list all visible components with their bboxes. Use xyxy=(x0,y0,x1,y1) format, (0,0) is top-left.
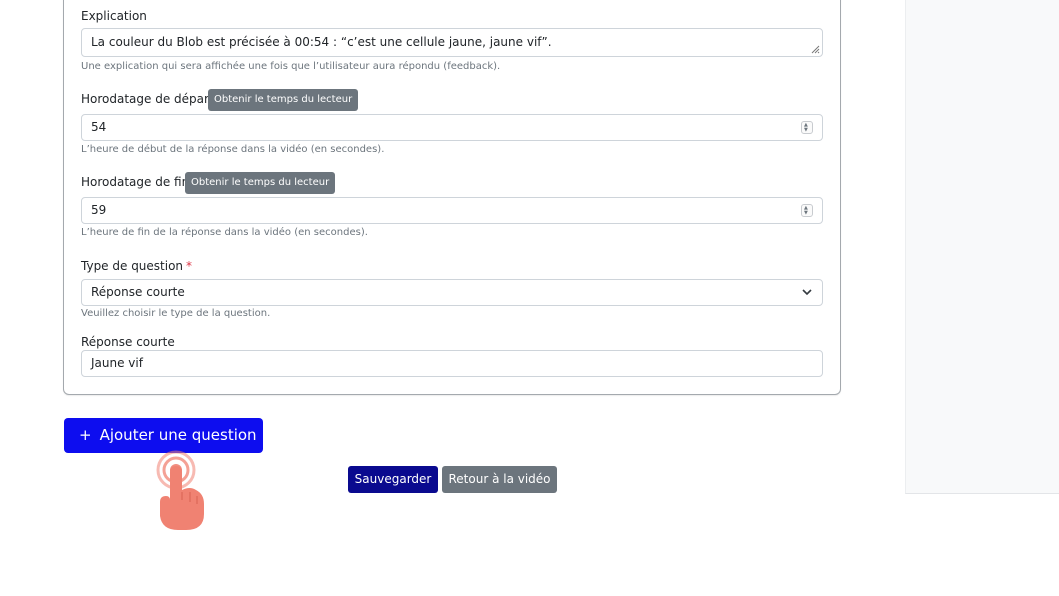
back-to-video-button[interactable]: Retour à la vidéo xyxy=(442,466,557,493)
spinner-icon[interactable]: ▲ ▼ xyxy=(801,204,813,217)
short-answer-value: Jaune vif xyxy=(91,356,143,370)
question-type-help: Veuillez choisir le type de la question. xyxy=(81,308,271,319)
get-start-time-button[interactable]: Obtenir le temps du lecteur xyxy=(208,89,359,111)
end-time-value: 59 xyxy=(91,203,107,217)
question-type-value: Réponse courte xyxy=(91,285,185,299)
explication-textarea[interactable]: La couleur du Blob est précisée à 00:54 … xyxy=(81,28,823,57)
start-time-value: 54 xyxy=(91,120,107,134)
hand-pointer-icon xyxy=(156,450,204,530)
end-time-label: Horodatage de fin xyxy=(81,175,190,189)
start-time-help: L’heure de début de la réponse dans la v… xyxy=(81,144,385,155)
explication-label: Explication xyxy=(81,9,147,23)
start-time-input[interactable]: 54 ▲ ▼ xyxy=(81,114,823,141)
start-time-label: Horodatage de départ xyxy=(81,92,214,106)
plus-icon: + xyxy=(79,426,92,444)
save-button[interactable]: Sauvegarder xyxy=(348,466,438,493)
short-answer-input[interactable]: Jaune vif xyxy=(81,350,823,377)
spinner-icon[interactable]: ▲ ▼ xyxy=(801,121,813,134)
resize-handle-icon[interactable] xyxy=(810,44,820,54)
right-sidebar xyxy=(905,0,1059,494)
add-question-label: Ajouter une question xyxy=(99,426,257,444)
explication-value: La couleur du Blob est précisée à 00:54 … xyxy=(91,35,552,49)
end-time-help: L’heure de fin de la réponse dans la vid… xyxy=(81,227,368,238)
short-answer-label: Réponse courte xyxy=(81,335,175,349)
get-end-time-button[interactable]: Obtenir le temps du lecteur xyxy=(185,172,336,194)
explication-help: Une explication qui sera affichée une fo… xyxy=(81,61,501,72)
question-type-label: Type de question * xyxy=(81,259,193,273)
end-time-input[interactable]: 59 ▲ ▼ xyxy=(81,197,823,224)
question-type-select[interactable]: Réponse courte xyxy=(81,279,823,306)
chevron-down-icon xyxy=(802,289,812,296)
required-marker: * xyxy=(186,259,193,273)
